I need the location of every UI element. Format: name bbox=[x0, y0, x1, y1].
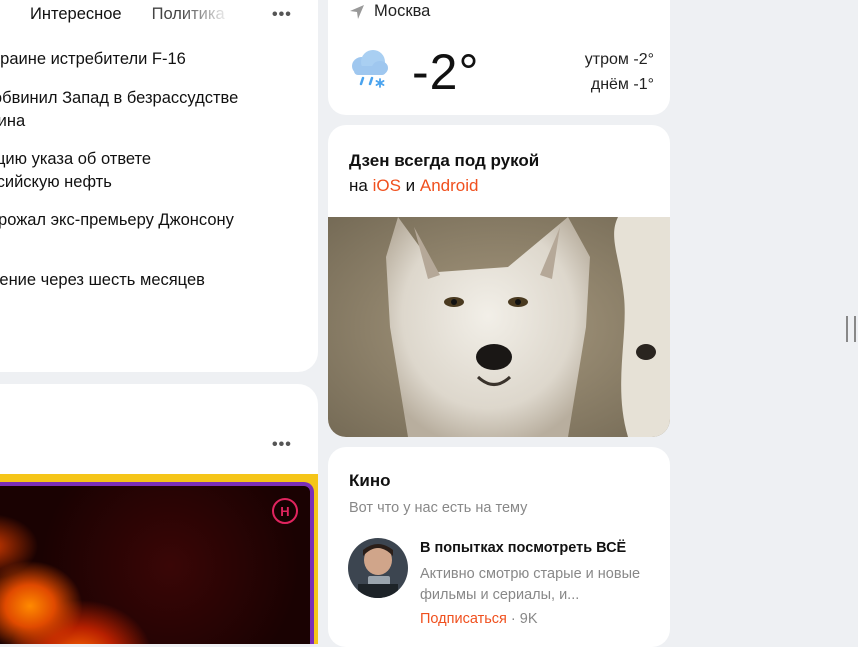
channel-avatar[interactable] bbox=[348, 538, 408, 598]
resize-handle[interactable] bbox=[846, 316, 856, 342]
channel-meta: Подписаться · 9K bbox=[420, 611, 538, 627]
snow-cloud-icon bbox=[352, 50, 388, 88]
video-thumbnail[interactable]: H bbox=[0, 474, 318, 644]
news-item-continued[interactable]: российскую нефть bbox=[0, 171, 112, 194]
kino-title[interactable]: Кино bbox=[349, 471, 390, 491]
channel-badge-icon: H bbox=[272, 498, 298, 524]
news-item[interactable]: ь Украине истребители F-16 bbox=[0, 48, 186, 71]
forecast-day: днём -1° bbox=[590, 76, 654, 93]
dzen-promo-card[interactable]: Дзен всегда под рукой на iOS и Android bbox=[328, 125, 670, 437]
channel-name[interactable]: В попытках посмотреть ВСЁ bbox=[420, 540, 626, 556]
location[interactable]: Москва bbox=[348, 2, 430, 21]
city-name: Москва bbox=[374, 2, 431, 20]
tabs-fade bbox=[180, 0, 240, 30]
meta-separator: · bbox=[506, 611, 520, 627]
video-card: ••• H bbox=[0, 384, 318, 644]
more-dots-icon[interactable]: ••• bbox=[272, 7, 292, 23]
news-item[interactable]: ра обвинил Запад в безрассудстве bbox=[0, 87, 238, 110]
dzen-promo-title: Дзен всегда под рукой bbox=[349, 151, 540, 170]
forecast: утром -2° днём -1° bbox=[585, 47, 654, 97]
location-arrow-icon bbox=[350, 4, 364, 19]
forecast-morning: утром -2° bbox=[584, 51, 654, 68]
dzen-prefix: на bbox=[349, 176, 373, 195]
news-item[interactable]: изацию указа об ответе bbox=[0, 148, 151, 171]
kino-card: Кино Вот что у нас есть на тему В попытк… bbox=[328, 447, 670, 647]
news-item-continued[interactable]: Путина bbox=[0, 110, 25, 133]
subscribe-button[interactable]: Подписаться bbox=[420, 611, 507, 627]
wolf-image bbox=[328, 217, 670, 437]
dzen-promo-links: на iOS и Android bbox=[349, 173, 539, 198]
dzen-conj: и bbox=[400, 176, 420, 195]
more-dots-icon[interactable]: ••• bbox=[272, 437, 292, 453]
current-temperature: -2° bbox=[412, 44, 480, 100]
channel-description: Активно смотрю старые и новые фильмы и с… bbox=[420, 566, 641, 603]
news-item[interactable]: ражение через шесть месяцев bbox=[0, 269, 205, 292]
tab-interesting[interactable]: Интересное bbox=[30, 5, 122, 24]
news-item[interactable]: е угрожал экс-премьеру Джонсону bbox=[0, 209, 234, 232]
dzen-promo-text: Дзен всегда под рукой на iOS и Android bbox=[349, 148, 539, 198]
ios-link[interactable]: iOS bbox=[373, 176, 401, 195]
weather-card[interactable]: Москва -2° утром -2° днём -1° bbox=[328, 0, 670, 115]
subscriber-count: 9K bbox=[519, 611, 538, 627]
news-card: Интересное Политика ••• ь Украине истреб… bbox=[0, 0, 318, 372]
video-preview-image[interactable]: H bbox=[0, 482, 314, 644]
kino-subtitle: Вот что у нас есть на тему bbox=[349, 500, 528, 516]
android-link[interactable]: Android bbox=[420, 176, 479, 195]
